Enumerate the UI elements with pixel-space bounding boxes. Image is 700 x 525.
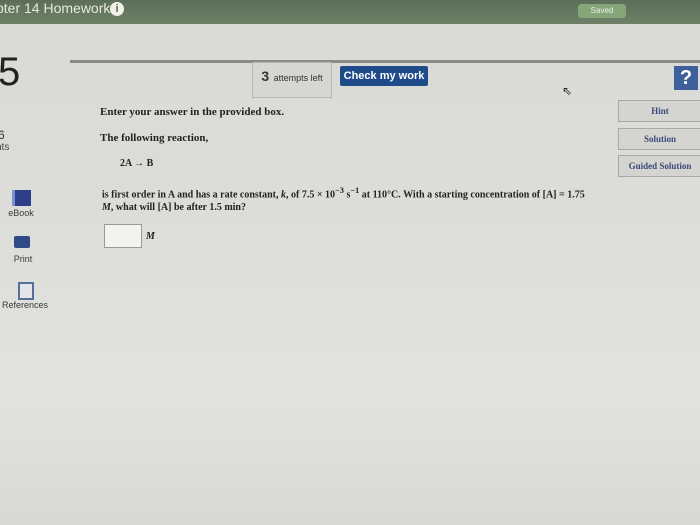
attempts-indicator: 3 attempts left — [252, 62, 332, 98]
references-icon[interactable] — [18, 282, 34, 300]
question-intro: The following reaction, — [100, 132, 209, 144]
question-text: is first order in A and has a rate const… — [102, 186, 585, 214]
ebook-label[interactable]: eBook — [0, 208, 46, 218]
hint-button[interactable]: Hint — [618, 100, 700, 122]
info-icon[interactable]: i — [110, 2, 124, 16]
ebook-icon[interactable] — [12, 190, 31, 206]
answer-unit: M — [146, 231, 155, 242]
print-label[interactable]: Print — [0, 254, 48, 264]
instruction-text: Enter your answer in the provided box. — [100, 106, 285, 118]
mouse-cursor-icon: ⇖ — [562, 84, 573, 98]
assignment-title: pter 14 Homework — [0, 0, 111, 16]
attempts-label: attempts left — [273, 73, 323, 83]
attempts-count: 3 — [261, 68, 270, 84]
print-icon[interactable] — [14, 236, 30, 248]
question-divider — [70, 60, 700, 63]
points-value: 6 — [0, 128, 5, 142]
solution-button[interactable]: Solution — [618, 128, 700, 150]
answer-input[interactable] — [104, 224, 142, 248]
points-label: nts — [0, 142, 10, 153]
saved-badge: Saved — [578, 4, 626, 18]
help-icon[interactable]: ? — [674, 66, 698, 90]
guided-solution-button[interactable]: Guided Solution — [618, 155, 700, 177]
check-my-work-button[interactable]: Check my work — [340, 66, 428, 86]
assignment-header: pter 14 Homework i Saved — [0, 0, 700, 24]
references-label[interactable]: References — [0, 300, 50, 310]
question-number: 5 — [0, 50, 21, 94]
reaction-equation: 2A → B — [120, 158, 154, 169]
